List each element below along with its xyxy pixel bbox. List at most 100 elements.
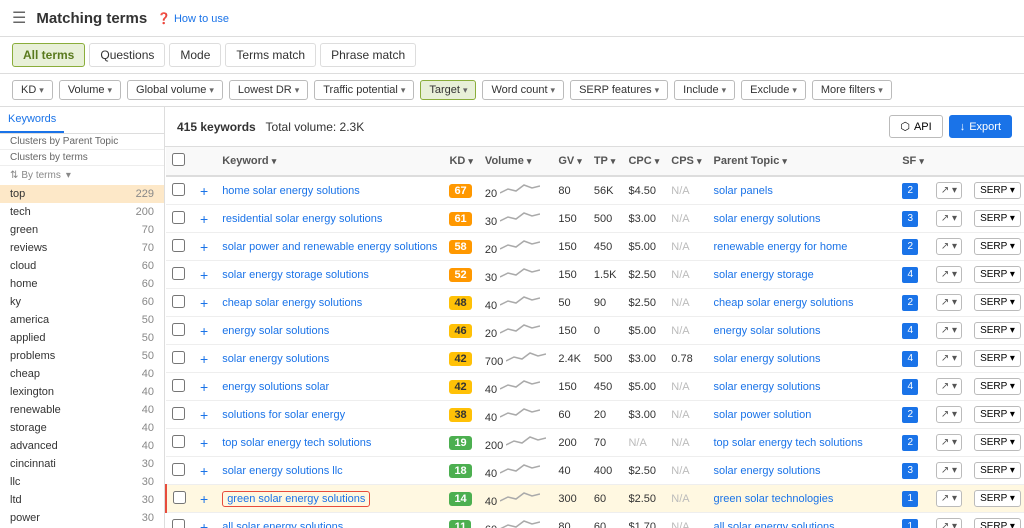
sidebar-item-cheap[interactable]: cheap 40: [0, 365, 164, 383]
row-checkbox-cell[interactable]: [166, 373, 192, 401]
sidebar-item-top[interactable]: top 229: [0, 185, 164, 203]
sidebar-item-problems[interactable]: problems 50: [0, 347, 164, 365]
parent-topic-link[interactable]: solar energy storage: [714, 269, 814, 281]
sidebar-item-applied[interactable]: applied 50: [0, 329, 164, 347]
keyword-link[interactable]: solutions for solar energy: [222, 409, 345, 421]
trend-button[interactable]: ↗ ▾: [936, 322, 962, 339]
sidebar-item-ky[interactable]: ky 60: [0, 293, 164, 311]
tab-all-terms[interactable]: All terms: [12, 43, 85, 67]
col-parent-topic[interactable]: Parent Topic ▾: [708, 147, 897, 176]
serp-button[interactable]: SERP ▾: [974, 434, 1021, 451]
keyword-link[interactable]: energy solutions solar: [222, 381, 329, 393]
row-checkbox-cell[interactable]: [166, 317, 192, 345]
sidebar-item-cincinnati[interactable]: cincinnati 30: [0, 455, 164, 473]
trend-button[interactable]: ↗ ▾: [936, 210, 962, 227]
sidebar-item-tech[interactable]: tech 200: [0, 203, 164, 221]
row-add-cell[interactable]: +: [192, 317, 216, 345]
row-checkbox[interactable]: [172, 295, 185, 308]
col-cpc[interactable]: CPC ▾: [622, 147, 665, 176]
add-button[interactable]: +: [198, 239, 210, 255]
row-serp-cell[interactable]: SERP ▾: [968, 345, 1024, 373]
row-checkbox[interactable]: [173, 491, 186, 504]
row-checkbox-cell[interactable]: [166, 345, 192, 373]
trend-button[interactable]: ↗ ▾: [936, 518, 962, 528]
row-checkbox[interactable]: [172, 351, 185, 364]
add-button[interactable]: +: [198, 183, 210, 199]
trend-button[interactable]: ↗ ▾: [936, 350, 962, 367]
row-add-cell[interactable]: +: [192, 513, 216, 528]
row-trend-cell[interactable]: ↗ ▾: [930, 289, 968, 317]
parent-topic-link[interactable]: solar energy solutions: [714, 213, 821, 225]
parent-topic-link[interactable]: solar energy solutions: [714, 353, 821, 365]
cluster-parent-tab[interactable]: Clusters by Parent Topic: [10, 136, 118, 147]
row-serp-cell[interactable]: SERP ▾: [968, 261, 1024, 289]
col-volume[interactable]: Volume ▾: [479, 147, 552, 176]
trend-button[interactable]: ↗ ▾: [936, 182, 962, 199]
sidebar-tab-keywords[interactable]: Keywords: [0, 107, 64, 133]
keyword-link[interactable]: all solar energy solutions: [222, 521, 343, 528]
col-keyword[interactable]: Keyword ▾: [216, 147, 443, 176]
row-serp-cell[interactable]: SERP ▾: [968, 317, 1024, 345]
add-button[interactable]: +: [198, 463, 210, 479]
api-button[interactable]: ⬡ API: [889, 115, 942, 138]
row-serp-cell[interactable]: SERP ▾: [968, 373, 1024, 401]
add-button[interactable]: +: [198, 351, 210, 367]
tab-questions[interactable]: Questions: [89, 43, 165, 67]
keyword-link[interactable]: home solar energy solutions: [222, 185, 360, 197]
row-checkbox[interactable]: [172, 183, 185, 196]
parent-topic-link[interactable]: green solar technologies: [714, 493, 834, 505]
filter-global-volume[interactable]: Global volume ▾: [127, 80, 223, 100]
row-serp-cell[interactable]: SERP ▾: [968, 485, 1024, 513]
keyword-link[interactable]: solar energy solutions llc: [222, 465, 342, 477]
row-add-cell[interactable]: +: [192, 373, 216, 401]
row-serp-cell[interactable]: SERP ▾: [968, 429, 1024, 457]
trend-button[interactable]: ↗ ▾: [936, 490, 962, 507]
row-checkbox[interactable]: [172, 239, 185, 252]
sidebar-item-renewable[interactable]: renewable 40: [0, 401, 164, 419]
row-add-cell[interactable]: +: [192, 345, 216, 373]
menu-icon[interactable]: ☰: [12, 8, 26, 28]
row-checkbox-cell[interactable]: [166, 401, 192, 429]
row-checkbox-cell[interactable]: [166, 457, 192, 485]
row-trend-cell[interactable]: ↗ ▾: [930, 205, 968, 233]
row-serp-cell[interactable]: SERP ▾: [968, 233, 1024, 261]
serp-button[interactable]: SERP ▾: [974, 406, 1021, 423]
row-add-cell[interactable]: +: [192, 457, 216, 485]
row-checkbox-cell[interactable]: [166, 261, 192, 289]
serp-button[interactable]: SERP ▾: [974, 462, 1021, 479]
row-checkbox[interactable]: [172, 379, 185, 392]
filter-target[interactable]: Target ▾: [420, 80, 476, 100]
sidebar-item-green[interactable]: green 70: [0, 221, 164, 239]
row-checkbox[interactable]: [172, 323, 185, 336]
row-checkbox-cell[interactable]: [166, 205, 192, 233]
serp-button[interactable]: SERP ▾: [974, 294, 1021, 311]
col-gv[interactable]: GV ▾: [552, 147, 587, 176]
filter-traffic-potential[interactable]: Traffic potential ▾: [314, 80, 414, 100]
row-serp-cell[interactable]: SERP ▾: [968, 401, 1024, 429]
row-serp-cell[interactable]: SERP ▾: [968, 513, 1024, 528]
trend-button[interactable]: ↗ ▾: [936, 434, 962, 451]
col-tp[interactable]: TP ▾: [588, 147, 623, 176]
trend-button[interactable]: ↗ ▾: [936, 462, 962, 479]
sidebar-item-power[interactable]: power 30: [0, 509, 164, 527]
col-cps[interactable]: CPS ▾: [665, 147, 707, 176]
row-trend-cell[interactable]: ↗ ▾: [930, 176, 968, 205]
add-button[interactable]: +: [198, 295, 210, 311]
filter-lowest-dr[interactable]: Lowest DR ▾: [229, 80, 308, 100]
row-trend-cell[interactable]: ↗ ▾: [930, 513, 968, 528]
trend-button[interactable]: ↗ ▾: [936, 378, 962, 395]
parent-topic-link[interactable]: solar energy solutions: [714, 465, 821, 477]
serp-button[interactable]: SERP ▾: [974, 350, 1021, 367]
row-checkbox[interactable]: [172, 519, 185, 528]
serp-button[interactable]: SERP ▾: [974, 266, 1021, 283]
filter-exclude[interactable]: Exclude ▾: [741, 80, 806, 100]
tab-mode[interactable]: Mode: [169, 43, 221, 67]
row-add-cell[interactable]: +: [192, 289, 216, 317]
row-serp-cell[interactable]: SERP ▾: [968, 457, 1024, 485]
filter-volume[interactable]: Volume ▾: [59, 80, 121, 100]
serp-button[interactable]: SERP ▾: [974, 518, 1021, 528]
serp-button[interactable]: SERP ▾: [974, 490, 1021, 507]
trend-button[interactable]: ↗ ▾: [936, 266, 962, 283]
keyword-link[interactable]: energy solar solutions: [222, 325, 329, 337]
row-serp-cell[interactable]: SERP ▾: [968, 205, 1024, 233]
